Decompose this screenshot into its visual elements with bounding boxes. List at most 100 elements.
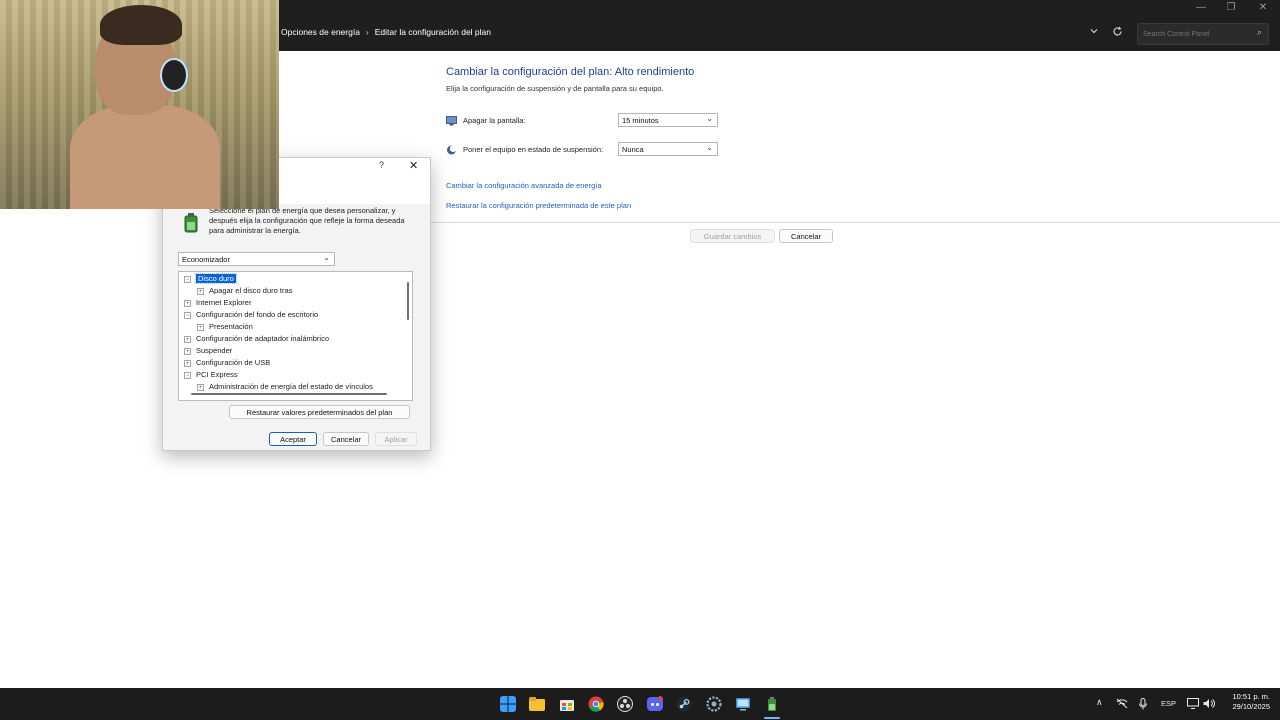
restore-plan-defaults-button[interactable]: Restaurar valores predeterminados del pl… [229,405,410,419]
tree-item-label: Suspender [196,346,233,355]
tree-item-label: Administración de energía del estado de … [209,382,373,391]
expand-icon[interactable]: + [184,335,191,343]
steam-icon[interactable] [676,696,692,712]
page-subtitle: Elija la configuración de suspensión y d… [446,84,664,93]
collapse-icon[interactable]: − [184,371,191,379]
tree-item-link-state-power[interactable]: + Administración de energía del estado de… [197,381,373,392]
save-changes-button[interactable]: Guardar cambios [690,229,775,243]
expand-icon[interactable]: + [184,359,191,367]
power-battery-icon[interactable] [764,696,780,712]
webcam-overlay [0,0,279,209]
sleep-value: Nunca [622,145,644,154]
display-off-value: 15 minutos [622,116,659,125]
sleep-moon-icon [447,145,457,155]
plan-select-value: Economizador [182,255,230,264]
dialog-close-button[interactable]: ✕ [409,159,418,172]
tree-item-label: Configuración de adaptador inalámbrico [196,334,330,343]
minimize-button[interactable]: — [1186,0,1216,17]
sleep-label: Poner el equipo en estado de suspensión: [463,145,604,154]
tree-item-label: PCI Express [196,370,238,379]
breadcrumb: Opciones de energía › Editar la configurac… [281,27,491,37]
taskbar: ∧ ESP 10:51 p. m. 29/10/2025 [0,688,1280,720]
store-icon[interactable] [559,696,575,712]
display-network-icon[interactable] [1187,698,1199,709]
discord-icon[interactable] [647,696,663,712]
tray-overflow-button[interactable]: ∧ [1096,697,1103,708]
chevron-down-icon: ⌄ [323,253,330,262]
tree-item-label: Apagar el disco duro tras [209,286,293,295]
display-icon [446,116,457,126]
help-button[interactable]: ? [379,160,384,170]
advanced-settings-link[interactable]: Cambiar la configuración avanzada de ene… [446,181,602,190]
expand-icon[interactable]: + [184,299,191,307]
chevron-down-icon [1090,29,1098,34]
maximize-button[interactable]: ❐ [1216,0,1246,17]
webcam-person-torso [70,105,220,209]
chevron-down-icon: ⌄ [706,143,713,152]
tree-item-slideshow[interactable]: + Presentación [197,321,253,332]
tree-item-label: Configuración del fondo de escritorio [196,310,319,319]
plan-select-dropdown[interactable]: Economizador ⌄ [178,252,335,266]
webcam-person-hair [100,5,182,45]
file-explorer-icon[interactable] [529,696,545,712]
expand-icon[interactable]: + [197,287,204,295]
windows-start-icon[interactable] [500,696,516,712]
restore-defaults-link[interactable]: Restaurar la configuración predeterminad… [446,201,631,210]
address-history-dropdown[interactable] [1086,26,1102,42]
tree-item-hdd-off-after[interactable]: + Apagar el disco duro tras [197,285,292,296]
display-off-dropdown[interactable]: 15 minutos ⌄ [618,113,718,127]
search-input[interactable] [1143,28,1248,41]
tree-item-wireless-adapter[interactable]: + Configuración de adaptador inalámbrico [184,333,329,344]
expand-icon[interactable]: + [197,323,204,331]
active-app-indicator [764,717,780,719]
tree-item-label: Internet Explorer [196,298,252,307]
expand-icon[interactable]: + [184,347,191,355]
expand-icon[interactable]: + [197,383,204,391]
dialog-instructions: Seleccione el plan de energía que desea … [209,206,405,235]
dialog-cancel-button[interactable]: Cancelar [323,432,369,446]
tree-item-label: Configuración de USB [196,358,271,367]
breadcrumb-item-edit-plan[interactable]: Editar la configuración del plan [375,27,491,37]
apply-button[interactable]: Aplicar [375,432,417,446]
search-icon[interactable]: ⌕ [1257,27,1262,38]
network-offline-icon[interactable] [1116,698,1128,709]
page-title: Cambiar la configuración del plan: Alto … [446,66,695,78]
cancel-button[interactable]: Cancelar [779,229,833,243]
refresh-button[interactable] [1109,26,1125,42]
chevron-right-icon: › [365,27,369,37]
collapse-icon[interactable]: − [184,275,191,283]
horizontal-scrollbar[interactable] [191,393,387,395]
tree-item-internet-explorer[interactable]: + Internet Explorer [184,297,251,308]
power-battery-icon [184,213,198,233]
ok-button[interactable]: Aceptar [269,432,317,446]
tree-item-label: Disco duro [195,273,237,284]
breadcrumb-item-power-options[interactable]: Opciones de energía [281,27,360,37]
remote-desktop-icon[interactable] [735,696,751,712]
settings-tree[interactable]: − Disco duro + Apagar el disco duro tras +… [178,271,413,401]
headset-icon [160,58,188,92]
tree-item-sleep[interactable]: + Suspender [184,345,232,356]
display-off-setting: Apagar la pantalla: 15 minutos ⌄ [446,113,726,132]
collapse-icon[interactable]: − [184,311,191,319]
sleep-dropdown[interactable]: Nunca ⌄ [618,142,718,156]
language-indicator[interactable]: ESP [1161,699,1176,708]
settings-icon[interactable] [706,696,722,712]
microphone-icon[interactable] [1139,698,1147,710]
refresh-icon [1112,26,1122,36]
system-clock[interactable]: 10:51 p. m. 29/10/2025 [1222,692,1270,712]
tree-item-pci-express[interactable]: − PCI Express [184,369,238,380]
display-off-label: Apagar la pantalla: [463,116,526,125]
window-close-button[interactable]: ✕ [1248,0,1278,17]
volume-icon[interactable] [1203,698,1215,709]
chrome-icon[interactable] [588,696,604,712]
tree-item-hard-disk[interactable]: − Disco duro [184,273,237,284]
clock-date: 29/10/2025 [1232,702,1270,711]
tree-item-desktop-background[interactable]: − Configuración del fondo de escritorio [184,309,318,320]
chevron-down-icon: ⌄ [706,114,713,123]
search-box[interactable]: ⌕ [1137,23,1269,45]
tree-item-usb-settings[interactable]: + Configuración de USB [184,357,270,368]
obs-icon[interactable] [617,696,633,712]
clock-time: 10:51 p. m. [1232,692,1270,701]
vertical-scrollbar[interactable] [407,282,409,320]
tree-item-label: Presentación [209,322,253,331]
